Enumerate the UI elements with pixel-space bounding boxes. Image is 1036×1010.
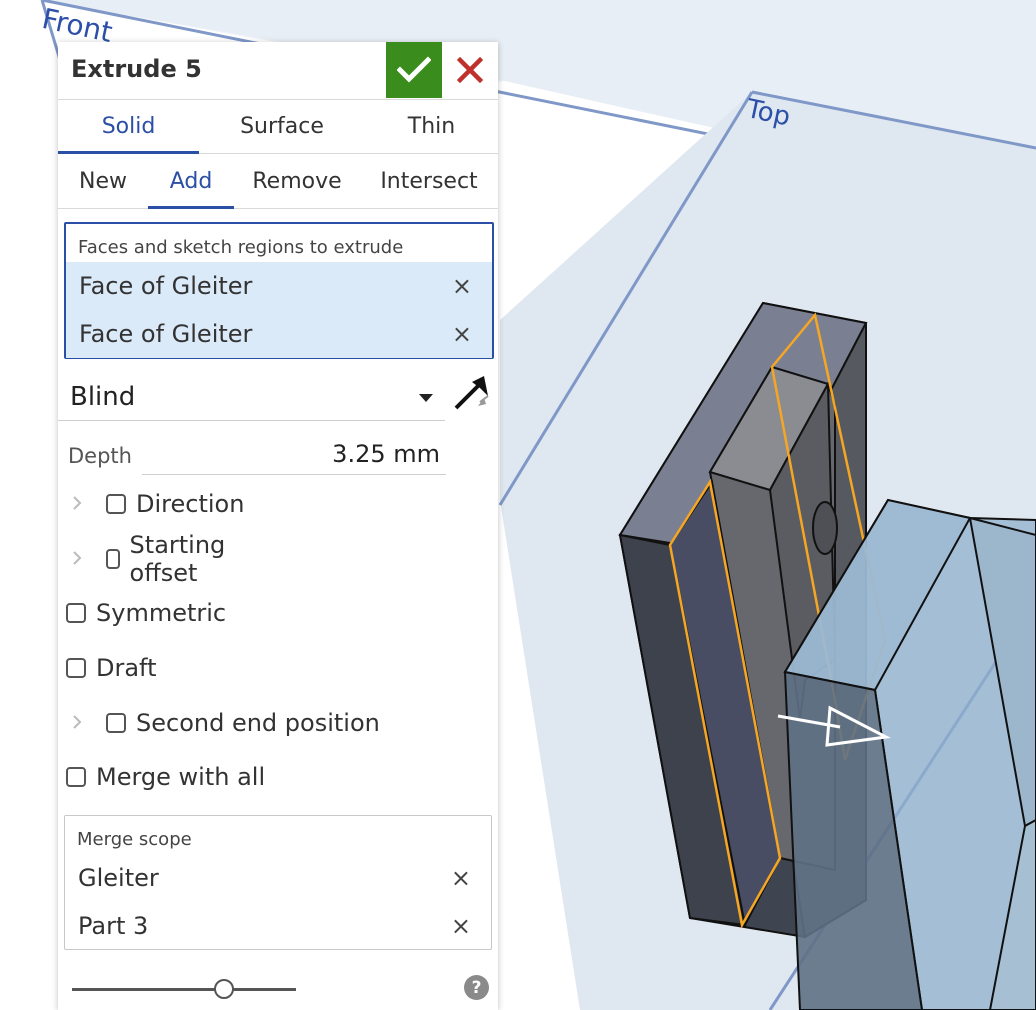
- tab-intersect[interactable]: Intersect: [360, 154, 498, 208]
- rollback-slider-handle[interactable]: [214, 979, 235, 999]
- faces-selection-box[interactable]: Faces and sketch regions to extrude Face…: [64, 222, 494, 359]
- option-draft: Draft: [66, 648, 157, 688]
- face-label: Face of Gleiter: [79, 320, 253, 348]
- tab-add[interactable]: Add: [148, 154, 234, 209]
- chevron-down-icon: [419, 394, 433, 402]
- chevron-right-icon[interactable]: [70, 496, 84, 510]
- draft-label: Draft: [96, 654, 157, 682]
- remove-icon[interactable]: ×: [452, 320, 472, 348]
- merge-part-label: Part 3: [78, 912, 149, 940]
- starting-offset-checkbox[interactable]: [106, 549, 120, 569]
- tab-new[interactable]: New: [58, 154, 148, 208]
- remove-icon[interactable]: ×: [452, 272, 472, 300]
- feature-title: Extrude 5: [71, 55, 202, 83]
- end-type-value: Blind: [70, 382, 136, 412]
- list-item[interactable]: Face of Gleiter ×: [66, 310, 492, 358]
- tab-surface[interactable]: Surface: [199, 99, 365, 153]
- flip-direction-arrow-icon: [454, 376, 489, 410]
- symmetric-label: Symmetric: [96, 599, 227, 627]
- symmetric-checkbox[interactable]: [66, 603, 86, 623]
- depth-value: 3.25 mm: [332, 440, 440, 468]
- tab-solid[interactable]: Solid: [58, 99, 199, 154]
- panel-header: Extrude 5: [58, 42, 498, 100]
- depth-label: Depth: [68, 444, 132, 468]
- checkmark-icon: [397, 56, 431, 83]
- help-icon[interactable]: ?: [464, 975, 489, 1000]
- operation-tabs: New Add Remove Intersect: [58, 154, 498, 209]
- cancel-button[interactable]: [448, 42, 492, 98]
- draft-checkbox[interactable]: [66, 658, 86, 678]
- option-symmetric: Symmetric: [66, 593, 226, 633]
- face-label: Face of Gleiter: [79, 272, 253, 300]
- list-item[interactable]: Face of Gleiter ×: [66, 262, 492, 310]
- close-icon: [457, 57, 483, 83]
- extrude-feature-panel: Extrude 5 Solid Surface Thin New Add Rem…: [58, 42, 498, 1010]
- faces-caption: Faces and sketch regions to extrude: [78, 237, 404, 258]
- flip-direction-button[interactable]: [450, 372, 494, 416]
- direction-checkbox[interactable]: [106, 494, 126, 514]
- list-item[interactable]: Gleiter ×: [65, 854, 491, 902]
- second-end-checkbox[interactable]: [106, 713, 126, 733]
- merge-all-checkbox[interactable]: [66, 767, 86, 787]
- rollback-slider-track[interactable]: [72, 988, 296, 991]
- list-item[interactable]: Part 3 ×: [65, 902, 491, 950]
- depth-input[interactable]: 3.25 mm: [142, 436, 446, 475]
- merge-all-label: Merge with all: [96, 763, 266, 791]
- end-type-dropdown[interactable]: Blind: [58, 376, 445, 421]
- remove-icon[interactable]: ×: [451, 864, 471, 892]
- direction-label: Direction: [136, 490, 245, 518]
- merge-part-label: Gleiter: [78, 864, 159, 892]
- tab-thin[interactable]: Thin: [365, 99, 498, 153]
- option-merge-all: Merge with all: [66, 757, 265, 797]
- second-end-label: Second end position: [136, 709, 380, 737]
- starting-offset-label: Starting offset: [129, 531, 226, 587]
- remove-icon[interactable]: ×: [451, 912, 471, 940]
- merge-scope-caption: Merge scope: [77, 829, 192, 850]
- chevron-right-icon[interactable]: [70, 551, 84, 565]
- chevron-right-icon[interactable]: [70, 715, 84, 729]
- merge-scope-box[interactable]: Merge scope Gleiter × Part 3 ×: [64, 815, 492, 950]
- tab-remove[interactable]: Remove: [234, 154, 360, 208]
- body-type-tabs: Solid Surface Thin: [58, 99, 498, 154]
- confirm-button[interactable]: [386, 42, 442, 98]
